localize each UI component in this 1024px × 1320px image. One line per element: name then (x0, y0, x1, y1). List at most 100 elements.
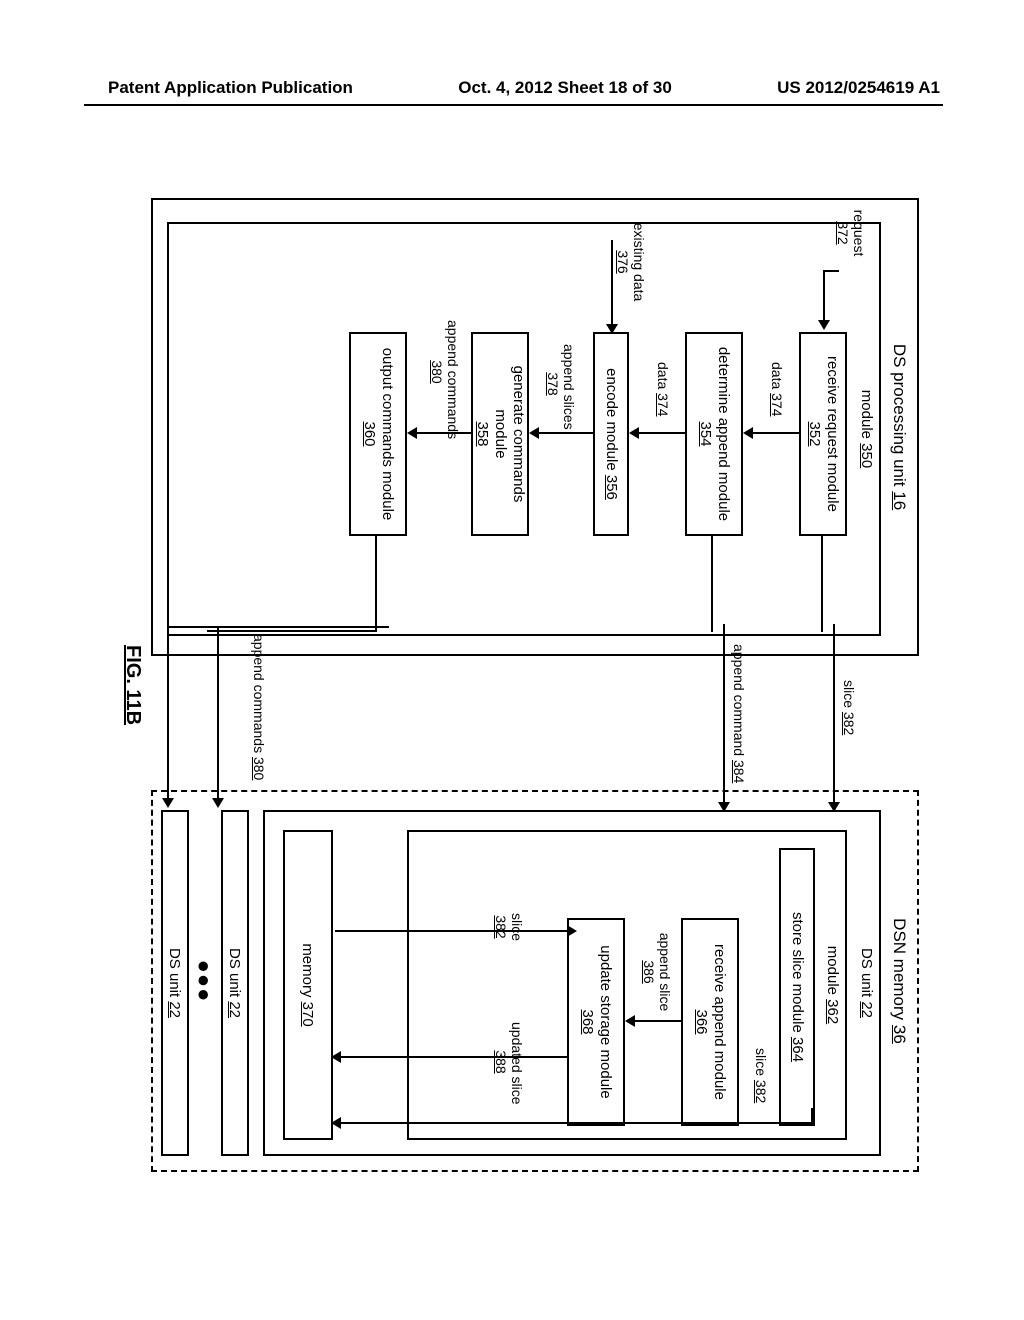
append-slice-text: append slice (657, 933, 673, 1012)
data-text-1: data (769, 362, 785, 389)
slice-382-in: slice 382 (753, 1048, 769, 1103)
arr-apcmds-v (167, 626, 219, 628)
slice-in-ref: 382 (753, 1080, 769, 1103)
store-slice-text: store slice module (789, 912, 806, 1033)
store-slice-ref: 364 (789, 1037, 806, 1062)
slice-ref: 382 (841, 712, 857, 735)
slice-382-label: slice 382 (841, 680, 857, 735)
data-text-2: data (655, 362, 671, 389)
append-slice-label: append slice slice 386 (641, 932, 673, 1012)
arrhead-d3 (529, 427, 539, 439)
append-slices-text: append slices (561, 344, 577, 430)
ellipsis-icon: ●●● (191, 960, 217, 1003)
arr-out-h1 (375, 536, 377, 632)
arrhead-d1 (743, 427, 753, 439)
arrhead-sliceup (567, 925, 577, 937)
module-350-ref: 350 (858, 443, 875, 468)
ds-unit-main-label: DS unit 22 (858, 812, 879, 1154)
determine-append-module: determine append module 354 (685, 332, 743, 536)
ds-proc-title-text: DS processing unit (890, 344, 909, 487)
module-362: module 362 store slice module 364 slice … (407, 830, 847, 1140)
slice-382-mem: slice 382 (493, 892, 525, 962)
figure-canvas: DS processing unit 16 request 372 module… (109, 190, 927, 1180)
updated-slice-label: updated slice slice 388 (493, 1022, 525, 1102)
upd-storage-text: update storage module (597, 945, 614, 1098)
header-rule (84, 104, 943, 106)
ds-unit-main: DS unit 22 module 362 store slice module… (263, 810, 881, 1156)
encode-module: encode module 356 (593, 332, 629, 536)
ds-unit-s1-ref: 22 (227, 1001, 244, 1018)
module-362-text: module (824, 946, 841, 995)
append-commands-ref-1: 380 (429, 360, 445, 383)
ds-unit-s2-ref: 22 (167, 1001, 184, 1018)
figure-label: FIG. 11B (121, 645, 144, 725)
memory-370: memory 370 (283, 830, 333, 1140)
out-cmd-text: output commands module (379, 348, 396, 521)
append-command-ref: 384 (731, 760, 747, 783)
slice-mem-text: slice (509, 913, 525, 941)
data-ref-2: 374 (655, 393, 671, 416)
data-374-label-1: data 374 (769, 362, 785, 417)
arr-updslice (339, 1056, 569, 1058)
arr-appendcmd-h1 (711, 536, 713, 632)
header-mid: Oct. 4, 2012 Sheet 18 of 30 (458, 78, 672, 98)
recv-append-text: receive append module (711, 944, 728, 1100)
figure-rotated: DS processing unit 16 request 372 module… (109, 190, 927, 1180)
append-slice-ref: 386 (641, 960, 657, 983)
output-commands-module: output commands module 360 (349, 332, 407, 536)
ds-unit-s2-text: DS unit (167, 948, 184, 997)
arr-slice-out-h1 (821, 536, 823, 632)
store-slice-module: store slice module 364 (779, 848, 815, 1126)
updated-slice-ref: 388 (493, 1050, 509, 1073)
ds-proc-title-ref: 16 (890, 491, 909, 510)
ds-unit-ref: 22 (858, 1001, 875, 1018)
append-commands-label-2: append commands 380 (251, 634, 267, 780)
page-header: Patent Application Publication Oct. 4, 2… (0, 78, 1024, 98)
append-slices-label: append slices append slices 378 (545, 344, 577, 424)
ds-unit-small-2: DS unit 22 (161, 810, 189, 1156)
slice-text: slice (841, 680, 857, 708)
module-350-text: module (858, 390, 875, 439)
encode-text: encode module (603, 368, 620, 471)
header-right: US 2012/0254619 A1 (777, 78, 940, 98)
arr-d2 (637, 432, 685, 434)
module-350-label: module 350 (858, 224, 879, 634)
det-append-ref: 354 (697, 421, 714, 446)
slice-mem-ref: 382 (493, 915, 509, 938)
dsn-title: DSN memory 36 (889, 918, 909, 1044)
arr-apcmds-h1 (217, 626, 219, 800)
append-commands-text-2: append commands (251, 634, 267, 753)
module-350: module 350 receive request module module… (167, 222, 881, 636)
upd-storage-ref: 368 (579, 1009, 596, 1034)
arr-apcmds-vjoin (217, 626, 389, 628)
slice-in-text: slice (753, 1048, 769, 1076)
arrhead-d4 (407, 427, 417, 439)
arr-ed-h (611, 300, 613, 326)
receive-append-module: receive append module 366 (681, 918, 739, 1126)
arrhead-as (625, 1015, 635, 1027)
arr-ss-v (339, 1122, 813, 1124)
gen-cmd-text: generate commands module (492, 366, 527, 503)
recv-append-ref: 366 (693, 1009, 710, 1034)
memory-text: memory (300, 943, 317, 997)
ds-unit-s1-text: DS unit (227, 948, 244, 997)
det-append-text: determine append module (715, 347, 732, 521)
existing-data-text: existing data (631, 223, 647, 302)
recv-req-ref: 352 (806, 421, 823, 446)
append-command-text: append command (731, 644, 747, 756)
ds-processing-unit: DS processing unit 16 request 372 module… (151, 198, 919, 656)
module-362-ref: 362 (824, 999, 841, 1024)
dsn-title-ref: 36 (890, 1025, 909, 1044)
arr-d1 (751, 432, 799, 434)
arr-sliceup (335, 930, 569, 932)
module-362-label: module 362 (824, 832, 845, 1138)
ds-unit-text: DS unit (858, 948, 875, 997)
dsn-title-text: DSN memory (890, 918, 909, 1020)
append-commands-label-1: append commands append commands 380 (429, 320, 461, 424)
ds-proc-title: DS processing unit 16 (889, 344, 909, 510)
data-ref-1: 374 (769, 393, 785, 416)
existing-data-label: existing data data 376 (615, 222, 647, 302)
generate-commands-module: generate commands module 358 (471, 332, 529, 536)
updated-slice-text: updated slice (509, 1022, 525, 1105)
dsn-memory: DSN memory 36 DS unit 22 module 362 (151, 790, 919, 1172)
